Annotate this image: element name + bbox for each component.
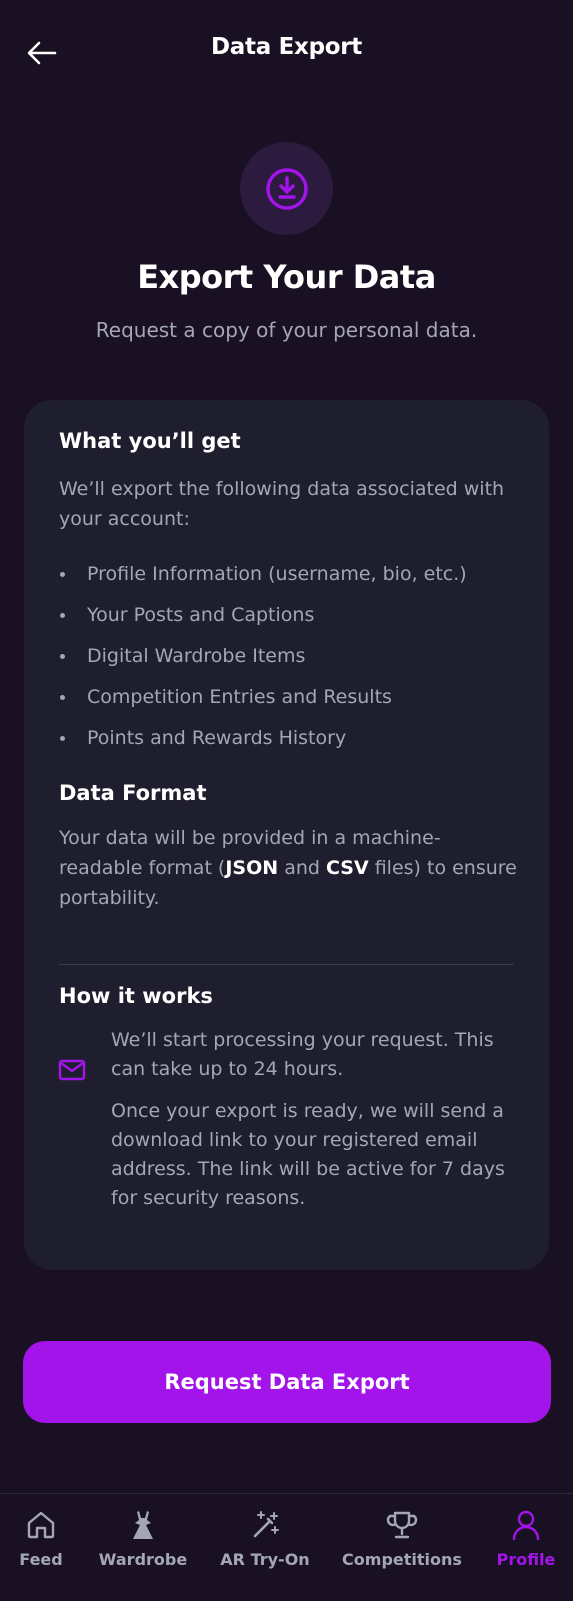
- hero-subtitle: Request a copy of your personal data.: [95, 318, 478, 342]
- dress-icon: [126, 1508, 160, 1542]
- person-icon: [509, 1508, 543, 1542]
- magic-wand-icon: [248, 1508, 282, 1542]
- what-you-get-intro: We’ll export the following data associat…: [59, 478, 505, 530]
- how-step-processing: We’ll start processing your request. Thi…: [111, 1029, 494, 1080]
- list-item: Points and Rewards History: [59, 723, 467, 764]
- tab-profile[interactable]: Profile: [484, 1494, 568, 1601]
- home-icon: [24, 1508, 58, 1542]
- export-info-card: What you’ll get We’ll export the followi…: [24, 400, 549, 1270]
- download-icon-badge: [240, 142, 333, 235]
- tab-competitions[interactable]: Competitions: [337, 1494, 467, 1601]
- app-header: Data Export: [0, 0, 573, 106]
- tab-ar-try-on[interactable]: AR Try-On: [215, 1494, 315, 1601]
- data-format-heading: Data Format: [59, 781, 207, 805]
- tab-feed[interactable]: Feed: [2, 1494, 80, 1601]
- how-it-works-heading: How it works: [59, 984, 213, 1008]
- bottom-tab-bar: Feed Wardrobe AR Try-On Competitions Pro…: [0, 1493, 573, 1601]
- mail-icon: [58, 1059, 86, 1081]
- list-item: Your Posts and Captions: [59, 600, 467, 641]
- page-title: Data Export: [211, 34, 362, 60]
- tab-label: Feed: [19, 1550, 63, 1569]
- trophy-icon: [385, 1508, 419, 1542]
- csv-label: CSV: [325, 857, 369, 879]
- how-step-email: Once your export is ready, we will send …: [111, 1100, 505, 1209]
- request-data-export-button[interactable]: Request Data Export: [23, 1341, 551, 1423]
- list-item: Digital Wardrobe Items: [59, 641, 467, 682]
- json-label: JSON: [225, 857, 279, 879]
- tab-label: Wardrobe: [98, 1550, 188, 1569]
- tab-label: Competitions: [342, 1550, 462, 1569]
- list-item: Profile Information (username, bio, etc.…: [59, 559, 467, 600]
- list-item: Competition Entries and Results: [59, 682, 467, 723]
- what-you-get-heading: What you’ll get: [59, 429, 241, 453]
- hero-title: Export Your Data: [137, 258, 436, 296]
- export-items-list: Profile Information (username, bio, etc.…: [59, 559, 467, 764]
- download-icon: [265, 167, 308, 210]
- tab-label: AR Try-On: [220, 1550, 310, 1569]
- tab-wardrobe[interactable]: Wardrobe: [93, 1494, 193, 1601]
- tab-label: Profile: [496, 1550, 556, 1569]
- divider: [59, 964, 514, 965]
- data-format-text: Your data will be provided in a machine-…: [59, 827, 517, 909]
